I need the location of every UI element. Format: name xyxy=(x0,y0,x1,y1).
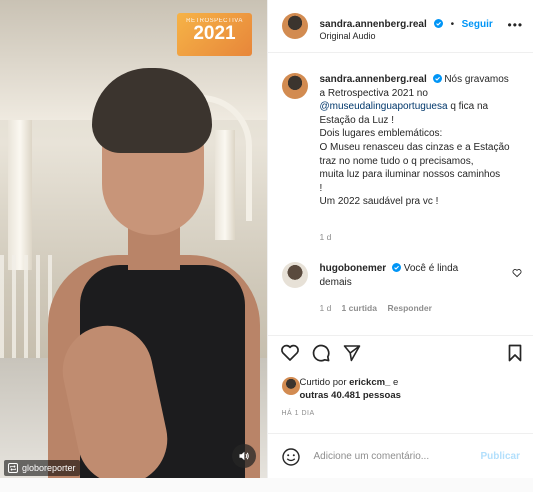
comment-bubble-icon[interactable] xyxy=(311,343,331,363)
comment: hugobonemer Você é linda demais xyxy=(320,262,505,289)
mention-link[interactable]: @museudalinguaportuguesa xyxy=(320,101,448,112)
caption-line: Nós gravamos xyxy=(444,74,509,85)
comment-form: Adicione um comentário... Publicar xyxy=(267,433,533,479)
caption-line: Estação da Luz ! xyxy=(319,114,395,126)
caption-line: traz no nome tudo o q precisamos, xyxy=(319,155,474,167)
like-heart-icon[interactable] xyxy=(280,343,300,363)
commenter-avatar[interactable] xyxy=(281,262,308,288)
likes-count[interactable]: outras 40.481 pessoas xyxy=(300,390,401,401)
caption-username[interactable]: sandra.annenberg.real xyxy=(320,74,427,85)
audio-link[interactable]: Original Audio xyxy=(320,31,376,41)
repost-icon xyxy=(8,463,18,473)
verified-badge-icon xyxy=(434,19,444,28)
liker-username[interactable]: erickcm_ xyxy=(349,377,390,388)
comment-text-continued: demais xyxy=(319,276,352,288)
page-background xyxy=(0,478,533,492)
caption-line: Um 2022 saudável pra vc ! xyxy=(319,196,439,208)
post-header: sandra.annenberg.real • Seguir Original … xyxy=(267,0,533,53)
emoji-icon[interactable] xyxy=(281,448,300,466)
caption: sandra.annenberg.real Nós gravamos a Ret… xyxy=(320,73,526,209)
post: RETROSPECTIVA 2021 globoreporter sandra.… xyxy=(0,0,533,492)
more-options-button[interactable]: ••• xyxy=(508,18,524,32)
actions-divider xyxy=(267,335,533,337)
like-comment-heart-icon[interactable] xyxy=(512,268,522,278)
follow-button[interactable]: Seguir xyxy=(462,19,493,30)
author-avatar[interactable] xyxy=(281,13,308,39)
caption-line: muita luz para iluminar nossos caminhos xyxy=(319,169,501,181)
mute-button[interactable] xyxy=(232,444,256,468)
woman-speaking xyxy=(30,60,260,478)
column xyxy=(8,120,32,270)
repost-tag[interactable]: globoreporter xyxy=(4,460,80,476)
likes-prefix: Curtido por xyxy=(299,377,347,388)
caption-age[interactable]: 1 d xyxy=(320,232,332,242)
commenter-username[interactable]: hugobonemer xyxy=(320,263,387,274)
video-player[interactable]: RETROSPECTIVA 2021 globoreporter xyxy=(0,0,267,478)
caption-line: a Retrospectiva 2021 no xyxy=(319,87,428,99)
caption-avatar[interactable] xyxy=(281,73,308,99)
reply-button[interactable]: Responder xyxy=(388,303,432,313)
likes-conjunction: e xyxy=(392,377,399,388)
liker-avatar[interactable] xyxy=(281,377,300,395)
caption-line: O Museu renasceu das cinzas e a Estação xyxy=(319,141,510,153)
post-time[interactable]: HÁ 1 DIA xyxy=(282,410,315,417)
speaker-icon xyxy=(239,451,249,461)
comment-text: Você é linda xyxy=(403,263,459,274)
caption-line: ! xyxy=(319,182,323,194)
likes-summary: Curtido por erickcm_ e outras 40.481 pes… xyxy=(300,376,450,402)
retrospectiva-badge: RETROSPECTIVA 2021 xyxy=(177,13,252,56)
save-bookmark-icon[interactable] xyxy=(505,343,525,363)
author-username[interactable]: sandra.annenberg.real xyxy=(320,19,427,30)
publish-button[interactable]: Publicar xyxy=(481,451,520,462)
verified-badge-icon xyxy=(391,263,401,272)
separator-dot: • xyxy=(450,19,455,30)
post-details: sandra.annenberg.real • Seguir Original … xyxy=(266,0,533,492)
comment-age[interactable]: 1 d xyxy=(320,303,332,313)
caption-line: q fica na xyxy=(450,101,489,113)
repost-username: globoreporter xyxy=(22,463,76,473)
share-paper-plane-icon[interactable] xyxy=(342,343,362,363)
comment-input[interactable]: Adicione um comentário... xyxy=(314,451,430,462)
caption-line: Dois lugares emblemáticos: xyxy=(319,128,443,140)
verified-badge-icon xyxy=(432,74,442,83)
comment-likes[interactable]: 1 curtida xyxy=(342,303,377,313)
